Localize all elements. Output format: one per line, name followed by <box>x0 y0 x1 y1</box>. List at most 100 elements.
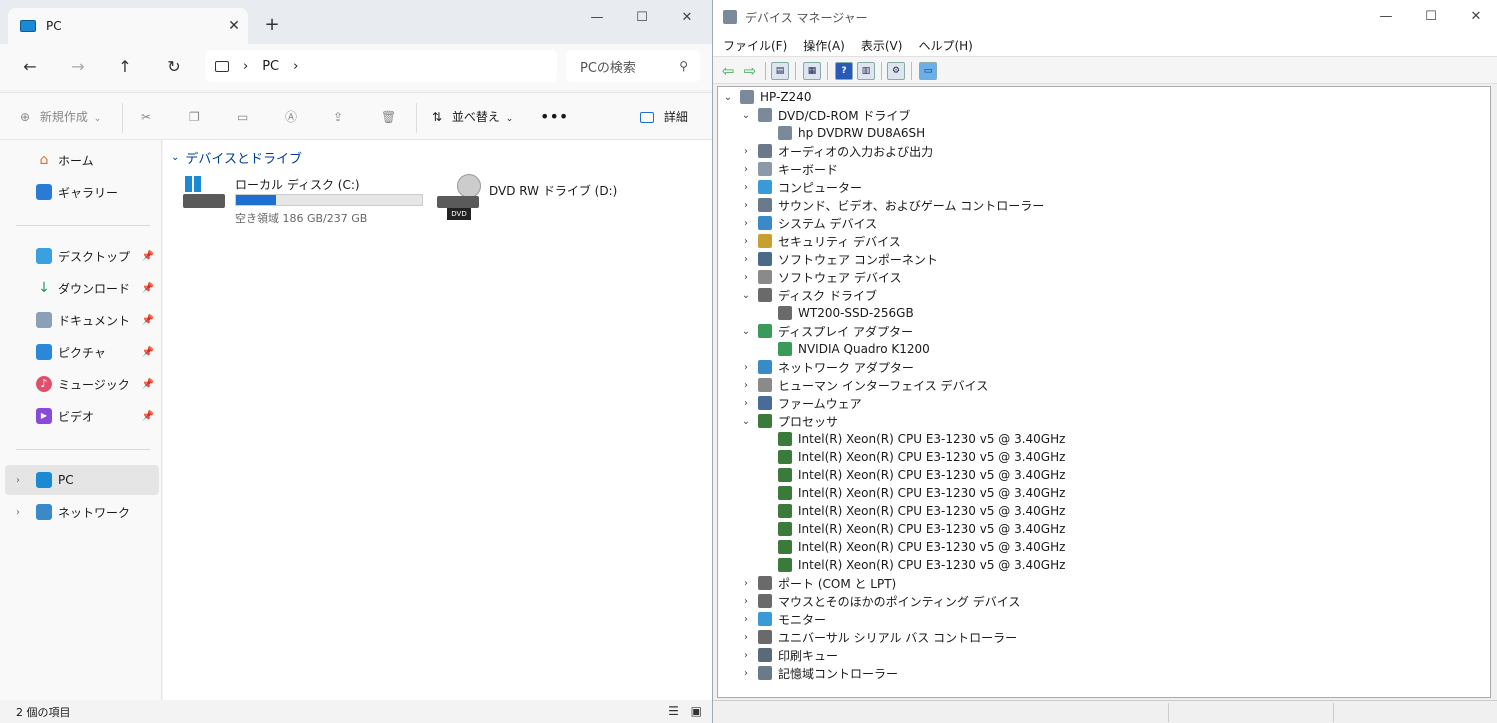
tree-category[interactable]: › ファームウェア <box>740 394 862 412</box>
delete-button[interactable]: 🗑 <box>381 105 396 129</box>
drive-dvd-d[interactable]: DVD DVD RW ドライブ (D:) <box>437 174 617 234</box>
details-view-icon[interactable]: ☰ <box>668 704 679 718</box>
pin-icon[interactable]: 📌 <box>142 411 154 422</box>
menu-view[interactable]: 表示(V) <box>861 37 903 54</box>
group-header-devices-drives[interactable]: ⌄ デバイスとドライブ <box>171 148 302 167</box>
console-tree-icon[interactable]: ▤ <box>771 62 789 80</box>
breadcrumb-pc[interactable]: PC <box>262 59 279 74</box>
tree-category[interactable]: ⌄ ディスプレイ アダプター <box>740 322 913 340</box>
nav-item-network[interactable]: › ネットワーク <box>0 497 162 527</box>
properties-icon[interactable]: ▦ <box>803 62 821 80</box>
sort-button[interactable]: ⇅ 並べ替え ⌄ <box>432 105 513 129</box>
search-input[interactable]: PCの検索 ⚲ <box>566 50 700 82</box>
menu-action[interactable]: 操作(A) <box>803 37 845 54</box>
chevron-right-icon[interactable]: › <box>740 200 752 211</box>
pin-icon[interactable]: 📌 <box>142 315 154 326</box>
chevron-right-icon[interactable]: › <box>740 380 752 391</box>
nav-item-music[interactable]: ♪ ミュージック 📌 <box>0 369 162 399</box>
tree-category[interactable]: › ユニバーサル シリアル バス コントローラー <box>740 628 1017 646</box>
nav-item-gallery[interactable]: ギャラリー <box>0 177 162 207</box>
tree-root-computer[interactable]: ⌄ HP-Z240 <box>722 88 811 106</box>
forward-button[interactable]: → <box>63 54 93 80</box>
tree-category[interactable]: › セキュリティ デバイス <box>740 232 901 250</box>
nav-item-videos[interactable]: ▶ ビデオ 📌 <box>0 401 162 431</box>
maximize-button[interactable]: ☐ <box>1408 5 1454 29</box>
tree-category[interactable]: ⌄ ディスク ドライブ <box>740 286 877 304</box>
menu-help[interactable]: ヘルプ(H) <box>918 37 972 54</box>
chevron-right-icon[interactable]: › <box>740 272 752 283</box>
rename-button[interactable]: Ⓐ <box>285 105 297 129</box>
chevron-down-icon[interactable]: ⌄ <box>740 416 752 427</box>
tree-category[interactable]: › ソフトウェア コンポーネント <box>740 250 938 268</box>
details-pane-button[interactable]: 詳細 <box>640 105 688 129</box>
new-button[interactable]: ⊕ 新規作成 ⌄ <box>20 105 101 129</box>
chevron-right-icon[interactable]: › <box>740 632 752 643</box>
pin-icon[interactable]: 📌 <box>142 379 154 390</box>
minimize-button[interactable]: — <box>1363 5 1409 29</box>
share-button[interactable]: ⇪ <box>333 105 343 129</box>
tree-category[interactable]: ⌄ プロセッサ <box>740 412 838 430</box>
pin-icon[interactable]: 📌 <box>142 251 154 262</box>
nav-item-documents[interactable]: ドキュメント 📌 <box>0 305 162 335</box>
tree-device[interactable]: Intel(R) Xeon(R) CPU E3-1230 v5 @ 3.40GH… <box>760 502 1065 520</box>
tree-category[interactable]: › オーディオの入力および出力 <box>740 142 933 160</box>
chevron-right-icon[interactable]: › <box>740 398 752 409</box>
tree-category[interactable]: › ネットワーク アダプター <box>740 358 914 376</box>
chevron-right-icon[interactable]: › <box>740 578 752 589</box>
tree-device[interactable]: Intel(R) Xeon(R) CPU E3-1230 v5 @ 3.40GH… <box>760 484 1065 502</box>
close-window-button[interactable]: ✕ <box>664 6 710 30</box>
address-bar[interactable]: › PC › <box>205 50 557 82</box>
chevron-right-icon[interactable]: › <box>740 164 752 175</box>
close-tab-icon[interactable]: ✕ <box>220 18 248 34</box>
chevron-right-icon[interactable]: › <box>740 362 752 373</box>
breadcrumb-chevron-icon[interactable]: › <box>293 59 298 74</box>
tree-category[interactable]: › マウスとそのほかのポインティング デバイス <box>740 592 1020 610</box>
chevron-right-icon[interactable]: › <box>740 596 752 607</box>
tiles-view-icon[interactable]: ▣ <box>691 704 702 718</box>
tree-category[interactable]: › ヒューマン インターフェイス デバイス <box>740 376 988 394</box>
cut-button[interactable]: ✂ <box>141 105 151 129</box>
tree-category[interactable]: › キーボード <box>740 160 838 178</box>
more-options-button[interactable]: ••• <box>540 105 568 129</box>
scan-hardware-icon[interactable]: ▭ <box>919 62 937 80</box>
chevron-right-icon[interactable]: › <box>16 475 20 486</box>
pin-icon[interactable]: 📌 <box>142 347 154 358</box>
tree-category[interactable]: › サウンド、ビデオ、およびゲーム コントローラー <box>740 196 1044 214</box>
tree-device[interactable]: Intel(R) Xeon(R) CPU E3-1230 v5 @ 3.40GH… <box>760 538 1065 556</box>
chevron-down-icon[interactable]: ⌄ <box>740 290 752 301</box>
nav-item-pc[interactable]: › PC <box>5 465 159 495</box>
chevron-right-icon[interactable]: › <box>740 254 752 265</box>
chevron-down-icon[interactable]: ⌄ <box>740 110 752 121</box>
new-tab-button[interactable]: + <box>260 14 284 35</box>
tree-device[interactable]: Intel(R) Xeon(R) CPU E3-1230 v5 @ 3.40GH… <box>760 520 1065 538</box>
refresh-button[interactable]: ↻ <box>159 54 189 80</box>
tab-pc[interactable]: PC ✕ <box>8 8 248 44</box>
pin-icon[interactable]: 📌 <box>142 283 154 294</box>
tree-device[interactable]: WT200-SSD-256GB <box>760 304 914 322</box>
tree-category[interactable]: › ポート (COM と LPT) <box>740 574 896 592</box>
up-button[interactable]: ↑ <box>110 54 140 80</box>
tree-device[interactable]: NVIDIA Quadro K1200 <box>760 340 930 358</box>
copy-button[interactable]: ❐ <box>189 105 200 129</box>
chevron-right-icon[interactable]: › <box>740 218 752 229</box>
menu-file[interactable]: ファイル(F) <box>723 37 787 54</box>
chevron-right-icon[interactable]: › <box>740 614 752 625</box>
chevron-right-icon[interactable]: › <box>740 650 752 661</box>
minimize-button[interactable]: — <box>574 6 620 30</box>
chevron-down-icon[interactable]: ⌄ <box>722 92 734 103</box>
forward-arrow-icon[interactable]: ⇨ <box>741 62 759 80</box>
chevron-right-icon[interactable]: › <box>740 668 752 679</box>
paste-button[interactable]: ▭ <box>237 105 248 129</box>
tree-device[interactable]: Intel(R) Xeon(R) CPU E3-1230 v5 @ 3.40GH… <box>760 430 1065 448</box>
back-button[interactable]: ← <box>15 54 45 80</box>
tree-category[interactable]: › システム デバイス <box>740 214 877 232</box>
nav-item-pictures[interactable]: ピクチャ 📌 <box>0 337 162 367</box>
update-driver-icon[interactable]: ⚙ <box>887 62 905 80</box>
drive-local-disk-c[interactable]: ローカル ディスク (C:) 空き領域 186 GB/237 GB <box>183 174 433 234</box>
tree-category[interactable]: › コンピューター <box>740 178 862 196</box>
tree-category[interactable]: › モニター <box>740 610 826 628</box>
nav-item-downloads[interactable]: ↓ ダウンロード 📌 <box>0 273 162 303</box>
tree-category[interactable]: ⌄ DVD/CD-ROM ドライブ <box>740 106 910 124</box>
tree-category[interactable]: › 印刷キュー <box>740 646 838 664</box>
tree-device[interactable]: Intel(R) Xeon(R) CPU E3-1230 v5 @ 3.40GH… <box>760 556 1065 574</box>
